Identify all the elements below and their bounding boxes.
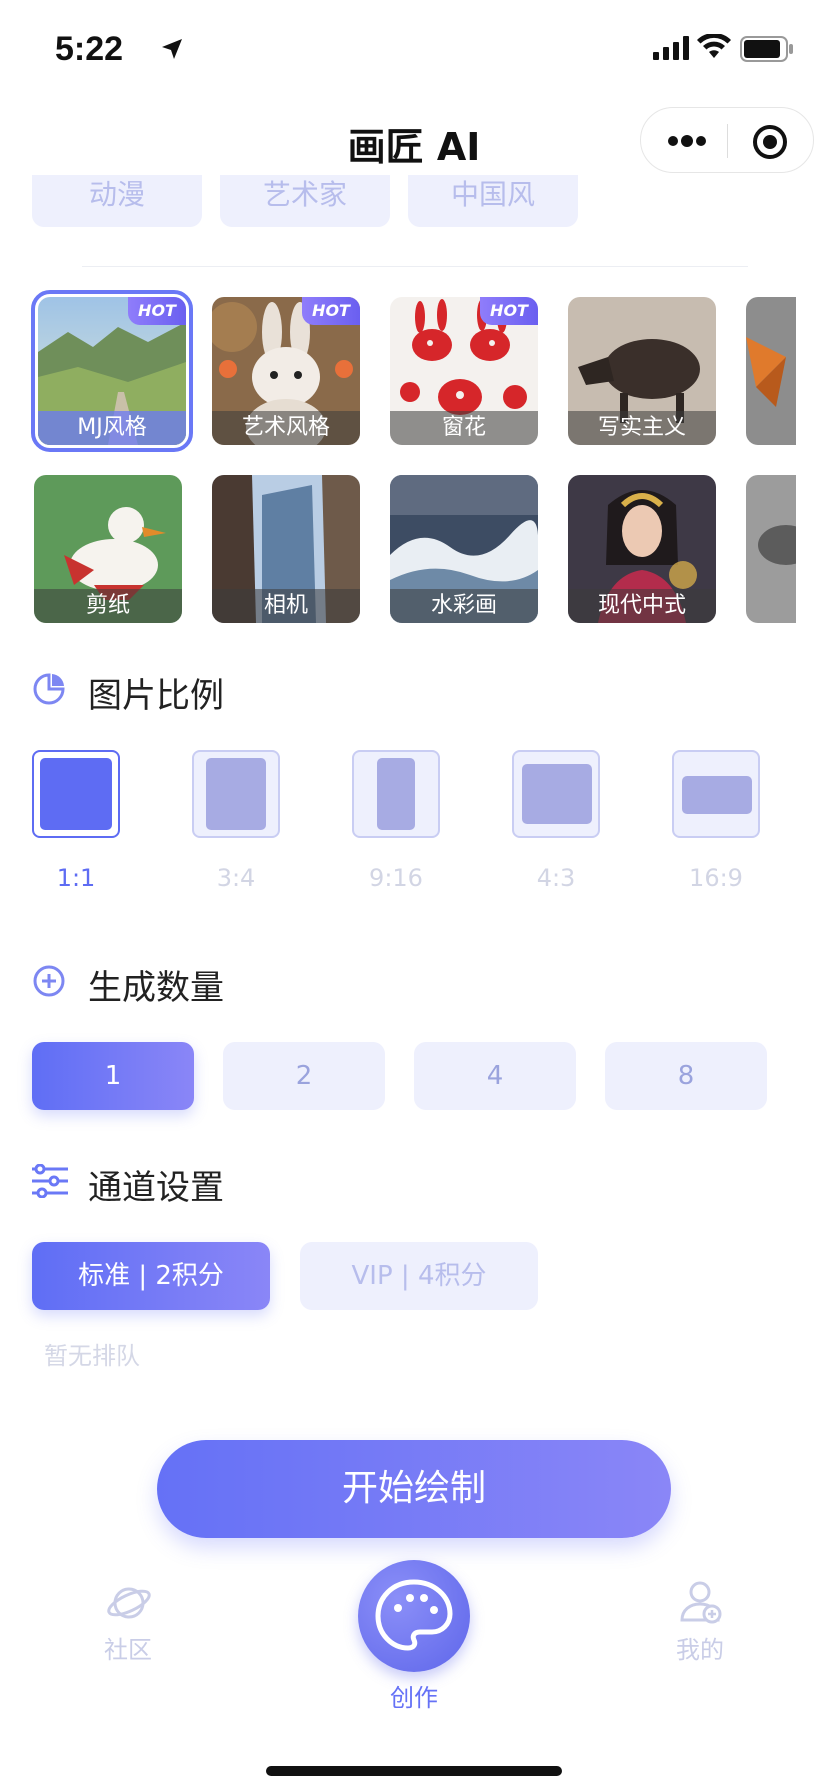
capsule-divider (727, 124, 728, 158)
count-option-4[interactable]: 4 (414, 1042, 576, 1110)
signal-icon (653, 36, 689, 60)
style-tag-anime[interactable]: 动漫 (32, 175, 202, 227)
pie-chart-icon (33, 673, 65, 705)
ratio-option-9-16[interactable] (352, 750, 440, 838)
style-card-realism[interactable]: 写实主义 (568, 297, 716, 445)
count-option-8[interactable]: 8 (605, 1042, 767, 1110)
ratio-section-title: 图片比例 (88, 676, 224, 716)
ratio-label: 4:3 (536, 864, 576, 892)
status-time: 5:22 (55, 30, 124, 68)
style-tag-artist[interactable]: 艺术家 (220, 175, 390, 227)
ratio-label: 1:1 (56, 864, 96, 892)
create-tab-button[interactable] (358, 1560, 470, 1672)
style-card-modern-chinese[interactable]: 现代中式 (568, 475, 716, 623)
queue-status: 暂无排队 (44, 1342, 140, 1370)
ratio-option-16-9[interactable] (672, 750, 760, 838)
wifi-icon (697, 34, 731, 58)
ratio-label: 3:4 (216, 864, 256, 892)
close-miniapp-icon[interactable] (751, 123, 789, 161)
channel-vip[interactable]: VIP | 4积分 (300, 1242, 538, 1310)
hot-badge: HOT (302, 297, 360, 325)
home-indicator (266, 1766, 562, 1776)
ratio-shape (682, 776, 752, 814)
ratio-shape (377, 758, 415, 830)
ratio-option-4-3[interactable] (512, 750, 600, 838)
style-card-art[interactable]: HOT 艺术风格 (212, 297, 360, 445)
style-tag-chinese[interactable]: 中国风 (408, 175, 578, 227)
miniapp-capsule (640, 107, 814, 173)
sliders-icon (32, 1164, 68, 1198)
style-card-camera[interactable]: 相机 (212, 475, 360, 623)
style-card-label: 相机 (212, 589, 360, 623)
style-card-label: 现代中式 (568, 589, 716, 623)
channel-standard[interactable]: 标准 | 2积分 (32, 1242, 270, 1310)
planet-icon[interactable] (106, 1582, 152, 1624)
battery-icon (740, 36, 793, 62)
count-option-1[interactable]: 1 (32, 1042, 194, 1110)
more-icon[interactable] (665, 127, 709, 155)
user-add-icon[interactable] (678, 1580, 724, 1624)
origami-thumbnail (746, 297, 796, 445)
plus-circle-icon (33, 965, 65, 997)
sketch-thumbnail (746, 475, 796, 623)
style-card-origami[interactable] (746, 297, 796, 445)
tab-mine[interactable]: 我的 (660, 1630, 740, 1665)
count-option-2[interactable]: 2 (223, 1042, 385, 1110)
style-card-sketch[interactable] (746, 475, 796, 623)
start-drawing-button[interactable]: 开始绘制 (157, 1440, 671, 1538)
ratio-option-3-4[interactable] (192, 750, 280, 838)
style-card-papercut[interactable]: 剪纸 (34, 475, 182, 623)
style-card-label: 写实主义 (568, 411, 716, 445)
app-screen: 5:22 画匠 AI 动漫 艺术家 中国风 HOT MJ风格 HOT 艺术风格 … (0, 0, 828, 1792)
channel-section-title: 通道设置 (88, 1168, 224, 1208)
ratio-option-1-1[interactable] (32, 750, 120, 838)
ratio-label: 9:16 (369, 864, 423, 892)
style-card-watercolor[interactable]: 水彩画 (390, 475, 538, 623)
ratio-shape (206, 758, 266, 830)
style-card-label: 窗花 (390, 411, 538, 445)
divider (82, 266, 748, 267)
style-card-label: 剪纸 (34, 589, 182, 623)
style-card-papercut-window[interactable]: HOT 窗花 (390, 297, 538, 445)
palette-icon (375, 1579, 453, 1651)
style-card-mj[interactable]: HOT MJ风格 (31, 290, 193, 452)
location-arrow-icon (162, 39, 182, 59)
tab-community[interactable]: 社区 (88, 1630, 168, 1665)
ratio-shape (522, 764, 592, 824)
style-card-label: 水彩画 (390, 589, 538, 623)
ratio-label: 16:9 (689, 864, 743, 892)
status-bar: 5:22 (0, 0, 828, 100)
style-card-label: MJ风格 (38, 411, 186, 445)
ratio-shape (40, 758, 112, 830)
tab-create[interactable]: 创作 (374, 1678, 454, 1713)
count-section-title: 生成数量 (88, 968, 224, 1008)
hot-badge: HOT (480, 297, 538, 325)
hot-badge: HOT (128, 297, 186, 325)
style-card-label: 艺术风格 (212, 411, 360, 445)
